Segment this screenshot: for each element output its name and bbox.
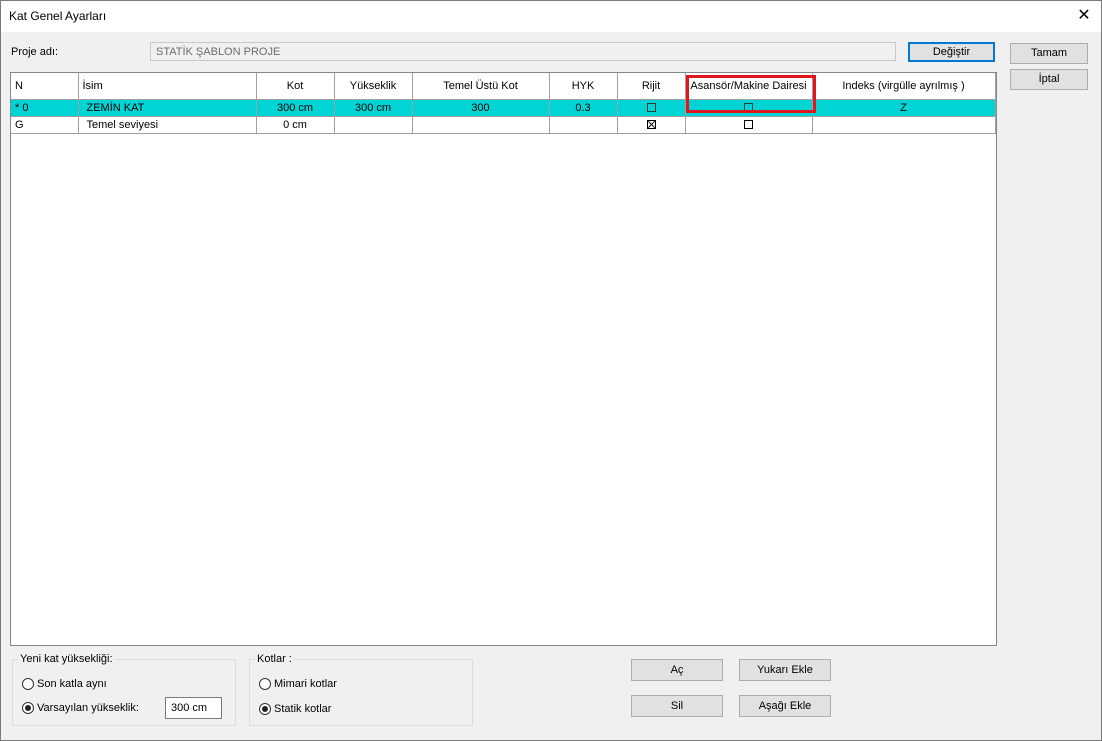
table-row[interactable]: * 0 ZEMİN KAT 300 cm 300 cm 300 0.3 Z (11, 98, 996, 117)
cell-hyk[interactable]: 0.3 (548, 98, 618, 117)
add-above-button[interactable]: Yukarı Ekle (739, 659, 831, 681)
title-bar: Kat Genel Ayarları ✕ (1, 1, 1101, 32)
cell-temel-ustu-kot[interactable]: 300 (411, 98, 550, 117)
col-header-yukseklik[interactable]: Yükseklik (333, 73, 413, 100)
cell-n[interactable]: G (11, 115, 79, 134)
default-height-input[interactable]: 300 cm (165, 697, 222, 719)
floor-grid[interactable]: N İsim Kot Yükseklik Temel Üstü Kot HYK … (10, 72, 997, 646)
ok-button[interactable]: Tamam (1010, 43, 1088, 64)
col-header-kot[interactable]: Kot (255, 73, 335, 100)
same-as-last-label[interactable]: Son katla aynı (37, 678, 107, 690)
cell-rijit (616, 98, 686, 117)
cell-kot[interactable]: 300 cm (255, 98, 335, 117)
col-header-temel-ustu-kot[interactable]: Temel Üstü Kot (411, 73, 550, 100)
asansor-column-highlight (686, 75, 816, 113)
default-height-label[interactable]: Varsayılan yükseklik: (37, 702, 139, 714)
cell-indeks[interactable]: Z (811, 98, 996, 117)
cell-rijit (616, 115, 686, 134)
cell-kot[interactable]: 0 cm (255, 115, 335, 134)
rijit-checkbox[interactable] (646, 120, 656, 130)
col-header-hyk[interactable]: HYK (548, 73, 618, 100)
col-header-indeks[interactable]: Indeks (virgülle ayrılmış ) (811, 73, 996, 100)
radio-default-height[interactable] (22, 702, 34, 714)
close-icon[interactable]: ✕ (1073, 5, 1095, 27)
window-title: Kat Genel Ayarları (9, 9, 107, 23)
levels-group (249, 659, 473, 726)
open-button[interactable]: Aç (631, 659, 723, 681)
radio-architectural-levels[interactable] (259, 678, 271, 690)
col-header-rijit[interactable]: Rijit (616, 73, 686, 100)
cell-hyk[interactable] (548, 115, 618, 134)
radio-static-levels[interactable] (259, 703, 271, 715)
col-header-isim[interactable]: İsim (77, 73, 257, 100)
cell-temel-ustu-kot[interactable] (411, 115, 550, 134)
cell-indeks[interactable] (811, 115, 996, 134)
cell-asansor (684, 115, 813, 134)
rijit-checkbox[interactable] (646, 103, 656, 113)
table-row[interactable]: G Temel seviyesi 0 cm (11, 115, 996, 134)
cell-yukseklik[interactable] (333, 115, 413, 134)
cell-n[interactable]: * 0 (11, 98, 79, 117)
change-project-button[interactable]: Değiştir (908, 42, 995, 62)
grid-header-row: N İsim Kot Yükseklik Temel Üstü Kot HYK … (11, 73, 996, 100)
cell-yukseklik[interactable]: 300 cm (333, 98, 413, 117)
cell-isim[interactable]: ZEMİN KAT (77, 98, 257, 117)
static-levels-label[interactable]: Statik kotlar (274, 703, 331, 715)
col-header-n[interactable]: N (11, 73, 79, 100)
asansor-checkbox[interactable] (744, 120, 753, 130)
delete-button[interactable]: Sil (631, 695, 723, 717)
new-floor-height-title: Yeni kat yüksekliği: (18, 653, 115, 665)
project-name-label: Proje adı: (11, 46, 59, 58)
cell-isim[interactable]: Temel seviyesi (77, 115, 257, 134)
floor-table: N İsim Kot Yükseklik Temel Üstü Kot HYK … (11, 73, 996, 134)
levels-title: Kotlar : (255, 653, 294, 665)
architectural-levels-label[interactable]: Mimari kotlar (274, 678, 337, 690)
cancel-button[interactable]: İptal (1010, 69, 1088, 90)
project-name-field: STATİK ŞABLON PROJE (150, 42, 896, 61)
add-below-button[interactable]: Aşağı Ekle (739, 695, 831, 717)
radio-same-as-last[interactable] (22, 678, 34, 690)
